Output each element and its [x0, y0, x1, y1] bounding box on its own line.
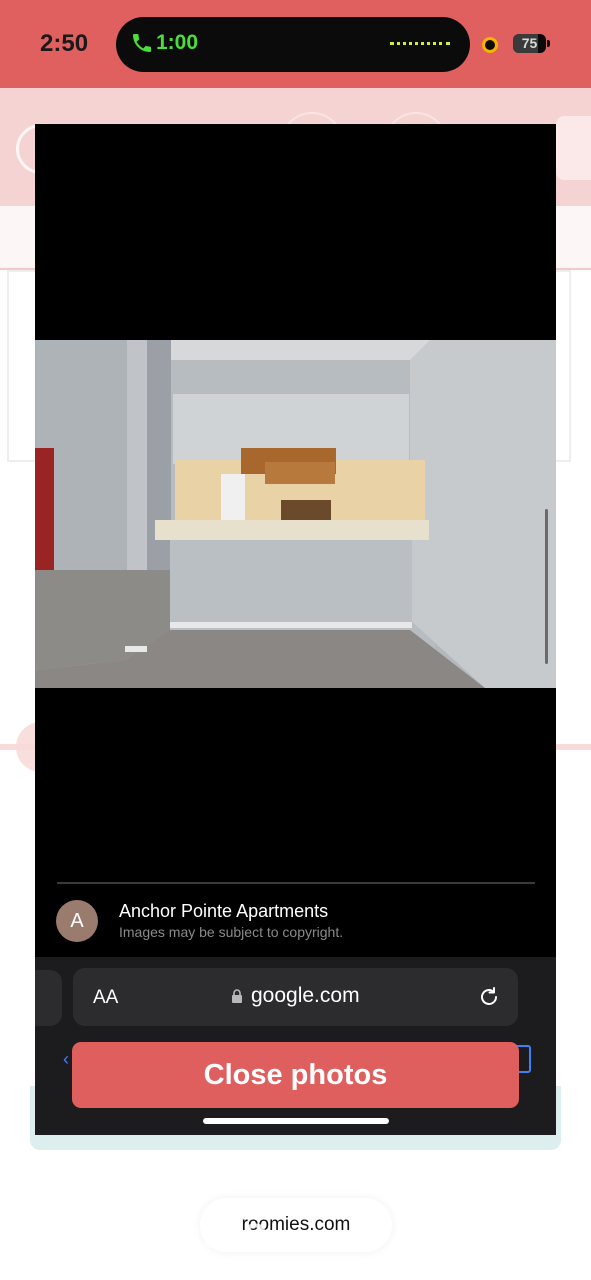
phone-icon: [133, 34, 151, 52]
status-bar: 2:50 1:00 75: [0, 0, 591, 88]
privacy-indicator-icon: [482, 37, 498, 53]
reload-icon[interactable]: [477, 985, 501, 1009]
browser-layer: AA google.com ‹ Close photos: [35, 124, 556, 1135]
previous-tab-stub[interactable]: [35, 970, 62, 1026]
audio-wave-icon: [390, 42, 450, 49]
close-photos-button[interactable]: Close photos: [72, 1042, 519, 1108]
battery-percent: 75: [521, 35, 538, 51]
address-bar[interactable]: AA google.com: [73, 968, 518, 1026]
url-text: google.com: [251, 984, 360, 1007]
battery-icon: 75: [513, 34, 546, 53]
status-time: 2:50: [40, 30, 89, 57]
dynamic-island[interactable]: 1:00: [116, 17, 470, 72]
back-arrow-icon[interactable]: ‹: [63, 1049, 69, 1070]
battery-nub: [547, 40, 550, 47]
home-indicator[interactable]: [203, 1118, 389, 1124]
call-duration: 1:00: [156, 31, 199, 54]
watermark-logo: roommates: [22, 1208, 269, 1257]
watermark-suffix: .com: [262, 1232, 302, 1252]
lock-icon: [232, 989, 242, 1003]
background-menu-button: [556, 116, 591, 180]
text-size-button[interactable]: AA: [93, 987, 118, 1009]
